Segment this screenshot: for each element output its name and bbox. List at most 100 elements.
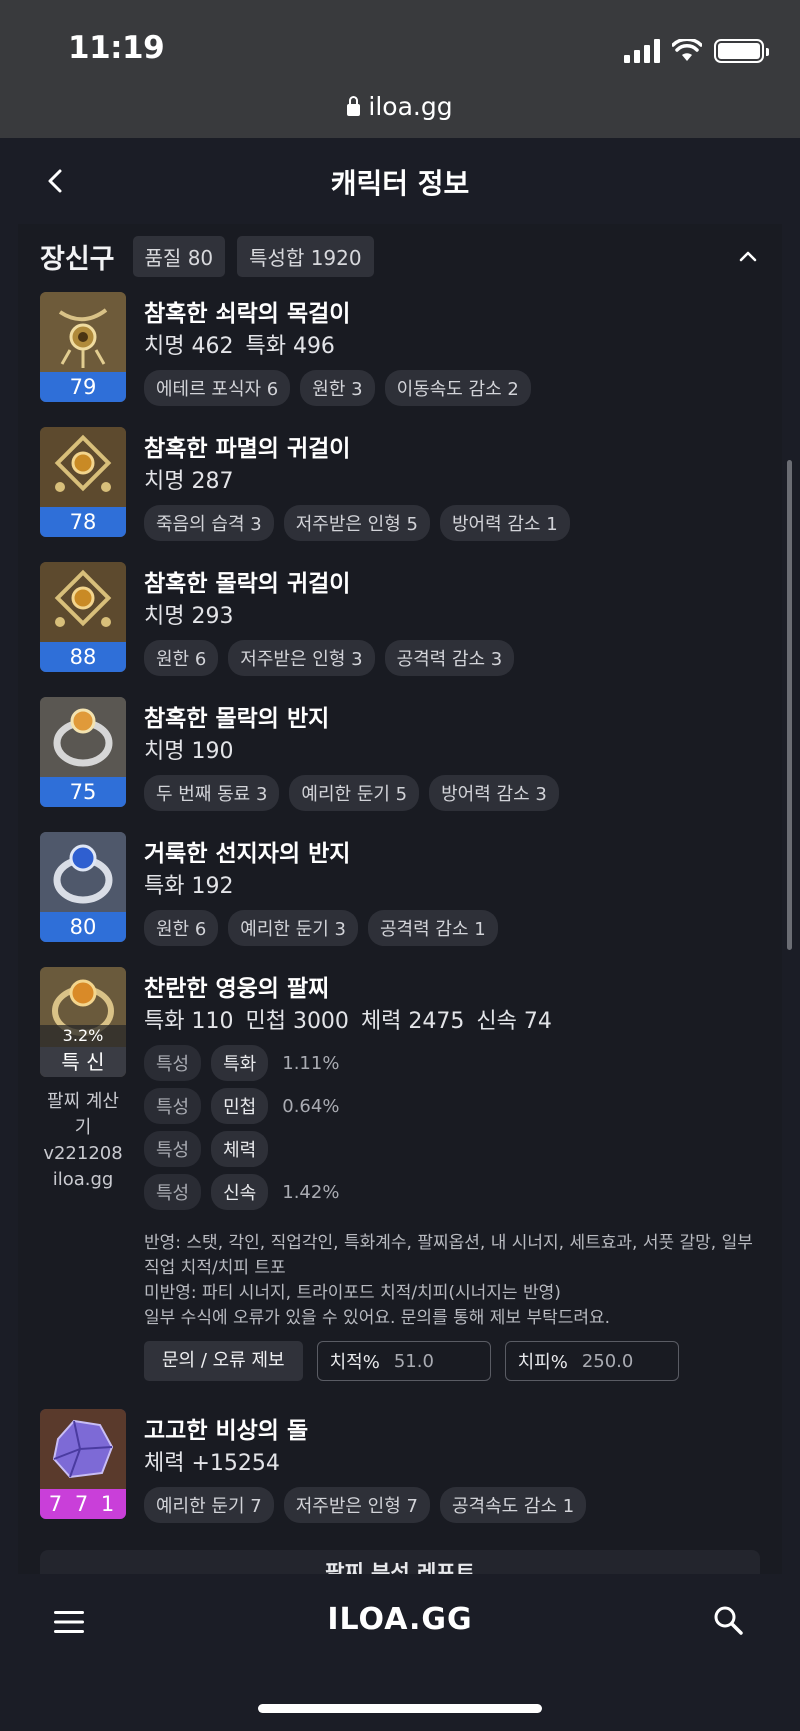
crit-rate-field[interactable]: 치적% 51.0 bbox=[316, 1341, 491, 1381]
engraving-tag: 저주받은 인형 5 bbox=[283, 505, 430, 541]
section-header: 장신구 품질 80 특성합 1920 bbox=[40, 236, 374, 277]
bracelet-report-button[interactable]: 팔찌 분석 레포트 bbox=[40, 1550, 760, 1574]
item-name: 참혹한 몰락의 반지 bbox=[144, 706, 330, 732]
status-bar: 11:19 iloa.gg bbox=[0, 0, 800, 138]
bracelet-thumbnail: 3.2% 특 신 bbox=[40, 967, 126, 1077]
field-value[interactable]: 250.0 bbox=[582, 1351, 634, 1372]
item-stats: 치명 190 bbox=[144, 733, 245, 765]
engraving-tag: 방어력 감소 1 bbox=[439, 505, 570, 541]
accessory-panel: 장신구 품질 80 특성합 1920 79 참혹한 쇠락의 목걸이 치명 462… bbox=[18, 224, 782, 1574]
clock: 11:19 bbox=[68, 30, 165, 66]
trait-row: 특성 특화 1.11% bbox=[144, 1045, 339, 1081]
stat: 치명 190 bbox=[144, 739, 234, 764]
crit-damage-field[interactable]: 치피% 250.0 bbox=[504, 1341, 679, 1381]
engraving-tag: 원한 6 bbox=[144, 910, 219, 946]
engraving-tag: 에테르 포식자 6 bbox=[144, 370, 291, 406]
home-indicator[interactable] bbox=[258, 1704, 542, 1713]
quality-chip: 품질 80 bbox=[132, 236, 226, 277]
engraving-tags: 원한 6 예리한 둔기 3 공격력 감소 1 bbox=[144, 910, 498, 946]
stat: 치명 462 bbox=[144, 334, 234, 359]
necklace-icon bbox=[40, 292, 126, 372]
engraving-tag: 예리한 둔기 7 bbox=[144, 1487, 274, 1523]
chevron-up-icon[interactable] bbox=[736, 244, 760, 268]
calc-title: 팔찌 계산기 bbox=[47, 1091, 119, 1138]
earring-thumbnail: 78 bbox=[40, 427, 126, 537]
item-name: 거룩한 선지자의 반지 bbox=[144, 841, 351, 867]
cellular-signal-icon bbox=[624, 39, 660, 63]
engraving-tag: 저주받은 인형 7 bbox=[283, 1487, 430, 1523]
engraving-tags: 죽음의 습격 3 저주받은 인형 5 방어력 감소 1 bbox=[144, 505, 570, 541]
engraving-tag: 공격속도 감소 1 bbox=[439, 1487, 587, 1523]
ring-thumbnail: 75 bbox=[40, 697, 126, 807]
item-name: 참혹한 쇠락의 목걸이 bbox=[144, 301, 351, 327]
status-icons bbox=[624, 36, 769, 66]
calculator-controls: 문의 / 오류 제보 치적% 51.0 치피% 250.0 bbox=[144, 1341, 679, 1381]
quality-badge: 88 bbox=[40, 642, 126, 672]
trait-row: 특성 민첩 0.64% bbox=[144, 1088, 339, 1124]
note-applied: 반영: 스탯, 각인, 직업각인, 특화계수, 팔찌옵션, 내 시너지, 세트효… bbox=[144, 1233, 753, 1278]
url-bar[interactable]: iloa.gg bbox=[0, 92, 800, 121]
earring-icon bbox=[40, 562, 126, 642]
trait-value: 특화 bbox=[211, 1045, 269, 1081]
trait-row: 특성 신속 1.42% bbox=[144, 1174, 339, 1210]
engraving-tags: 에테르 포식자 6 원한 3 이동속도 감소 2 bbox=[144, 370, 531, 406]
engraving-tag: 저주받은 인형 3 bbox=[228, 640, 375, 676]
trait-key: 특성 bbox=[144, 1088, 202, 1124]
stat: 민첩 3000 bbox=[245, 1009, 349, 1034]
item-stats: 치명 462 특화 496 bbox=[144, 328, 347, 360]
stat: 치명 293 bbox=[144, 604, 234, 629]
trait-key: 특성 bbox=[144, 1131, 202, 1167]
engraving-tag: 죽음의 습격 3 bbox=[144, 505, 274, 541]
quality-badge: 80 bbox=[40, 912, 126, 942]
note-not-applied: 미반영: 파티 시너지, 트라이포드 치적/치피(시너지는 반영) bbox=[144, 1283, 561, 1303]
battery-icon bbox=[714, 39, 769, 63]
quality-badge: 78 bbox=[40, 507, 126, 537]
engraving-tag: 이동속도 감소 2 bbox=[384, 370, 531, 406]
trait-row: 특성 체력 bbox=[144, 1131, 269, 1167]
item-stats: 특화 110 민첩 3000 체력 2475 신속 74 bbox=[144, 1003, 564, 1035]
note-warning: 일부 수식에 오류가 있을 수 있어요. 문의를 통해 제보 부탁드려요. bbox=[144, 1308, 611, 1328]
stone-thumbnail: 7 7 1 bbox=[40, 1409, 126, 1519]
engraving-tags: 두 번째 동료 3 예리한 둔기 5 방어력 감소 3 bbox=[144, 775, 559, 811]
stat: 특화 192 bbox=[144, 874, 234, 899]
item-stats: 치명 293 bbox=[144, 598, 245, 630]
engraving-tag: 예리한 둔기 3 bbox=[228, 910, 358, 946]
stat: 체력 2475 bbox=[360, 1009, 465, 1034]
trait-key: 특성 bbox=[144, 1045, 202, 1081]
engraving-tag: 공격력 감소 1 bbox=[368, 910, 498, 946]
engraving-tag: 두 번째 동료 3 bbox=[144, 775, 280, 811]
field-value[interactable]: 51.0 bbox=[394, 1351, 434, 1372]
engraving-tag: 공격력 감소 3 bbox=[384, 640, 515, 676]
report-error-button[interactable]: 문의 / 오류 제보 bbox=[144, 1341, 303, 1381]
search-icon[interactable] bbox=[712, 1604, 744, 1636]
engraving-tags: 원한 6 저주받은 인형 3 공격력 감소 3 bbox=[144, 640, 515, 676]
section-title: 장신구 bbox=[40, 244, 115, 275]
bracelet-calculator-label: 팔찌 계산기 v221208 iloa.gg bbox=[40, 1089, 126, 1193]
item-stats: 체력 +15254 bbox=[144, 1445, 292, 1477]
site-logo[interactable]: ILOA.GG bbox=[0, 1602, 800, 1637]
engraving-tags: 예리한 둔기 7 저주받은 인형 7 공격속도 감소 1 bbox=[144, 1487, 587, 1523]
trait-percent: 0.64% bbox=[282, 1095, 340, 1117]
item-stats: 치명 287 bbox=[144, 463, 245, 495]
necklace-thumbnail: 79 bbox=[40, 292, 126, 402]
ability-stone-icon bbox=[40, 1409, 126, 1489]
scrollbar[interactable] bbox=[787, 460, 792, 950]
engraving-tag: 예리한 둔기 5 bbox=[289, 775, 420, 811]
trait-value: 체력 bbox=[211, 1131, 269, 1167]
field-label: 치피% bbox=[517, 1352, 568, 1373]
url-text: iloa.gg bbox=[368, 92, 453, 121]
trait-sum-chip: 특성합 1920 bbox=[237, 236, 374, 277]
ring-thumbnail: 80 bbox=[40, 832, 126, 942]
stat: 신속 74 bbox=[476, 1009, 552, 1034]
quality-badge: 75 bbox=[40, 777, 126, 807]
quality-badge: 79 bbox=[40, 372, 126, 402]
stat: 특화 110 bbox=[144, 1009, 234, 1034]
calc-version: v221208 bbox=[43, 1143, 123, 1164]
lock-icon bbox=[347, 96, 361, 116]
item-name: 참혹한 파멸의 귀걸이 bbox=[144, 436, 351, 462]
stone-quality-badge: 7 7 1 bbox=[40, 1489, 126, 1519]
calc-site: iloa.gg bbox=[52, 1169, 114, 1190]
stat: 특화 496 bbox=[245, 334, 335, 359]
trait-percent: 1.42% bbox=[282, 1181, 340, 1203]
earring-icon bbox=[40, 427, 126, 507]
